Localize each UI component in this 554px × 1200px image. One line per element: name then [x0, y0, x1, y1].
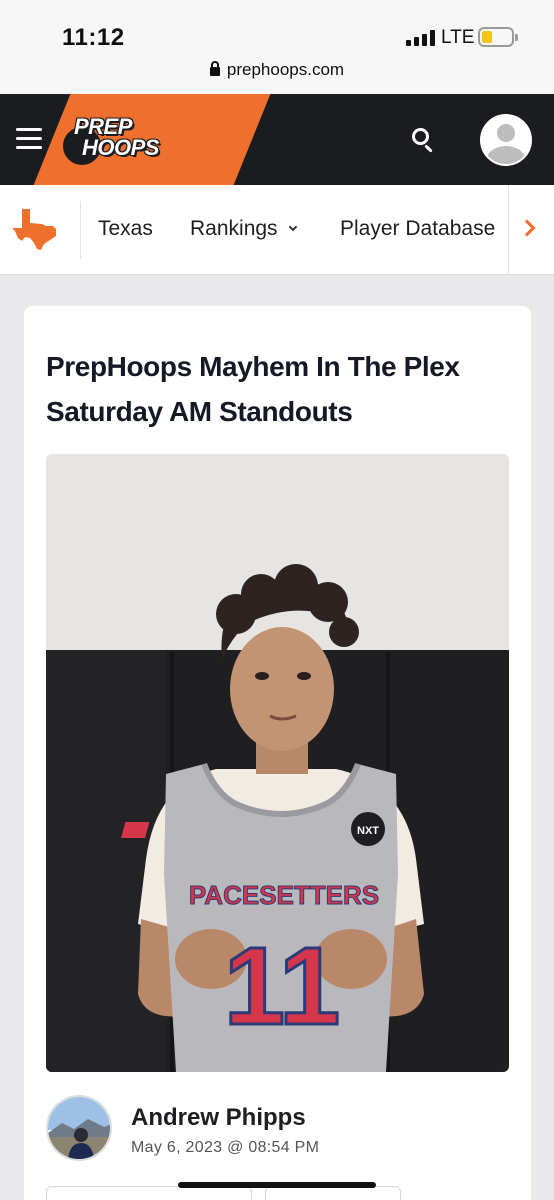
nav-scroll-right-button[interactable] [508, 185, 554, 274]
jersey-badge-text: NXT [357, 825, 379, 837]
status-bar: 11:12 LTE prephoops.com [0, 0, 554, 94]
chevron-down-icon [288, 222, 297, 232]
lock-icon [209, 61, 220, 76]
search-icon[interactable] [410, 126, 438, 154]
hamburger-icon[interactable] [16, 128, 42, 150]
player-photo-illustration: PACESETTERS 11 NXT [46, 454, 509, 1072]
publish-date: May 6, 2023 @ 08:54 PM [131, 1139, 320, 1156]
chevron-right-icon [518, 219, 536, 237]
article-title[interactable]: PrepHoops Mayhem In The Plex Saturday AM… [46, 344, 506, 434]
logo-line-1: PREP [74, 114, 132, 139]
battery-icon [478, 27, 518, 47]
author-avatar[interactable] [46, 1095, 112, 1161]
article-photo[interactable]: PACESETTERS 11 NXT [46, 454, 509, 1072]
signal-icon [406, 30, 435, 46]
nav-item-player-database[interactable]: Player Database [340, 217, 495, 241]
logo-line-2: HOOPS [82, 135, 159, 160]
site-header: PREP HOOPS [0, 94, 554, 185]
nav-item-rankings-label: Rankings [190, 217, 278, 240]
nav-item-rankings[interactable]: Rankings [190, 217, 297, 241]
texas-map-icon[interactable] [12, 207, 58, 251]
address-bar[interactable]: prephoops.com [0, 60, 554, 80]
jersey-text: PACESETTERS [189, 880, 379, 910]
network-label: LTE [441, 27, 475, 48]
author-name[interactable]: Andrew Phipps [131, 1104, 306, 1132]
prephoops-logo[interactable]: PREP HOOPS [60, 114, 174, 168]
url-text: prephoops.com [226, 60, 345, 79]
sub-navigation: Texas Rankings Player Database [0, 185, 554, 275]
clock: 11:12 [62, 24, 125, 51]
share-button[interactable] [46, 1186, 252, 1200]
divider [80, 201, 81, 259]
action-button[interactable] [265, 1186, 401, 1200]
nav-item-texas[interactable]: Texas [98, 217, 153, 241]
jersey-number: 11 [224, 925, 340, 1048]
profile-icon[interactable] [480, 114, 532, 166]
home-indicator [178, 1182, 376, 1188]
